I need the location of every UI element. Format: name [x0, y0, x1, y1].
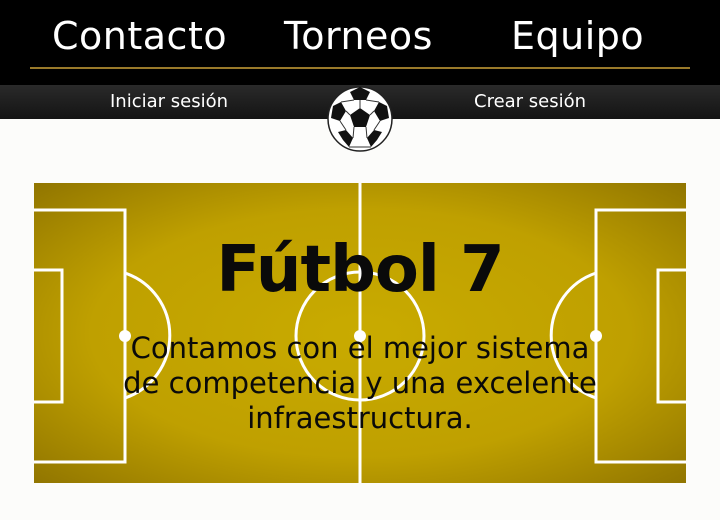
top-navigation: Contacto Torneos Equipo	[0, 0, 720, 85]
hero-subtitle-line: de competencia y una excelente	[123, 366, 597, 400]
soccer-ball-icon[interactable]	[325, 84, 395, 154]
nav-divider	[30, 67, 690, 69]
login-link[interactable]: Iniciar sesión	[110, 91, 228, 112]
nav-link-torneos[interactable]: Torneos	[284, 14, 433, 58]
hero-subtitle-line: infraestructura.	[247, 401, 473, 435]
hero-subtitle-line: Contamos con el mejor sistema	[130, 331, 590, 365]
hero-subtitle: Contamos con el mejor sistema de compete…	[64, 331, 656, 436]
hero-banner: Fútbol 7 Contamos con el mejor sistema d…	[34, 183, 686, 483]
nav-link-contacto[interactable]: Contacto	[52, 14, 227, 58]
signup-link[interactable]: Crear sesión	[474, 91, 586, 112]
hero-title: Fútbol 7	[216, 233, 504, 307]
nav-link-equipo[interactable]: Equipo	[511, 14, 644, 58]
